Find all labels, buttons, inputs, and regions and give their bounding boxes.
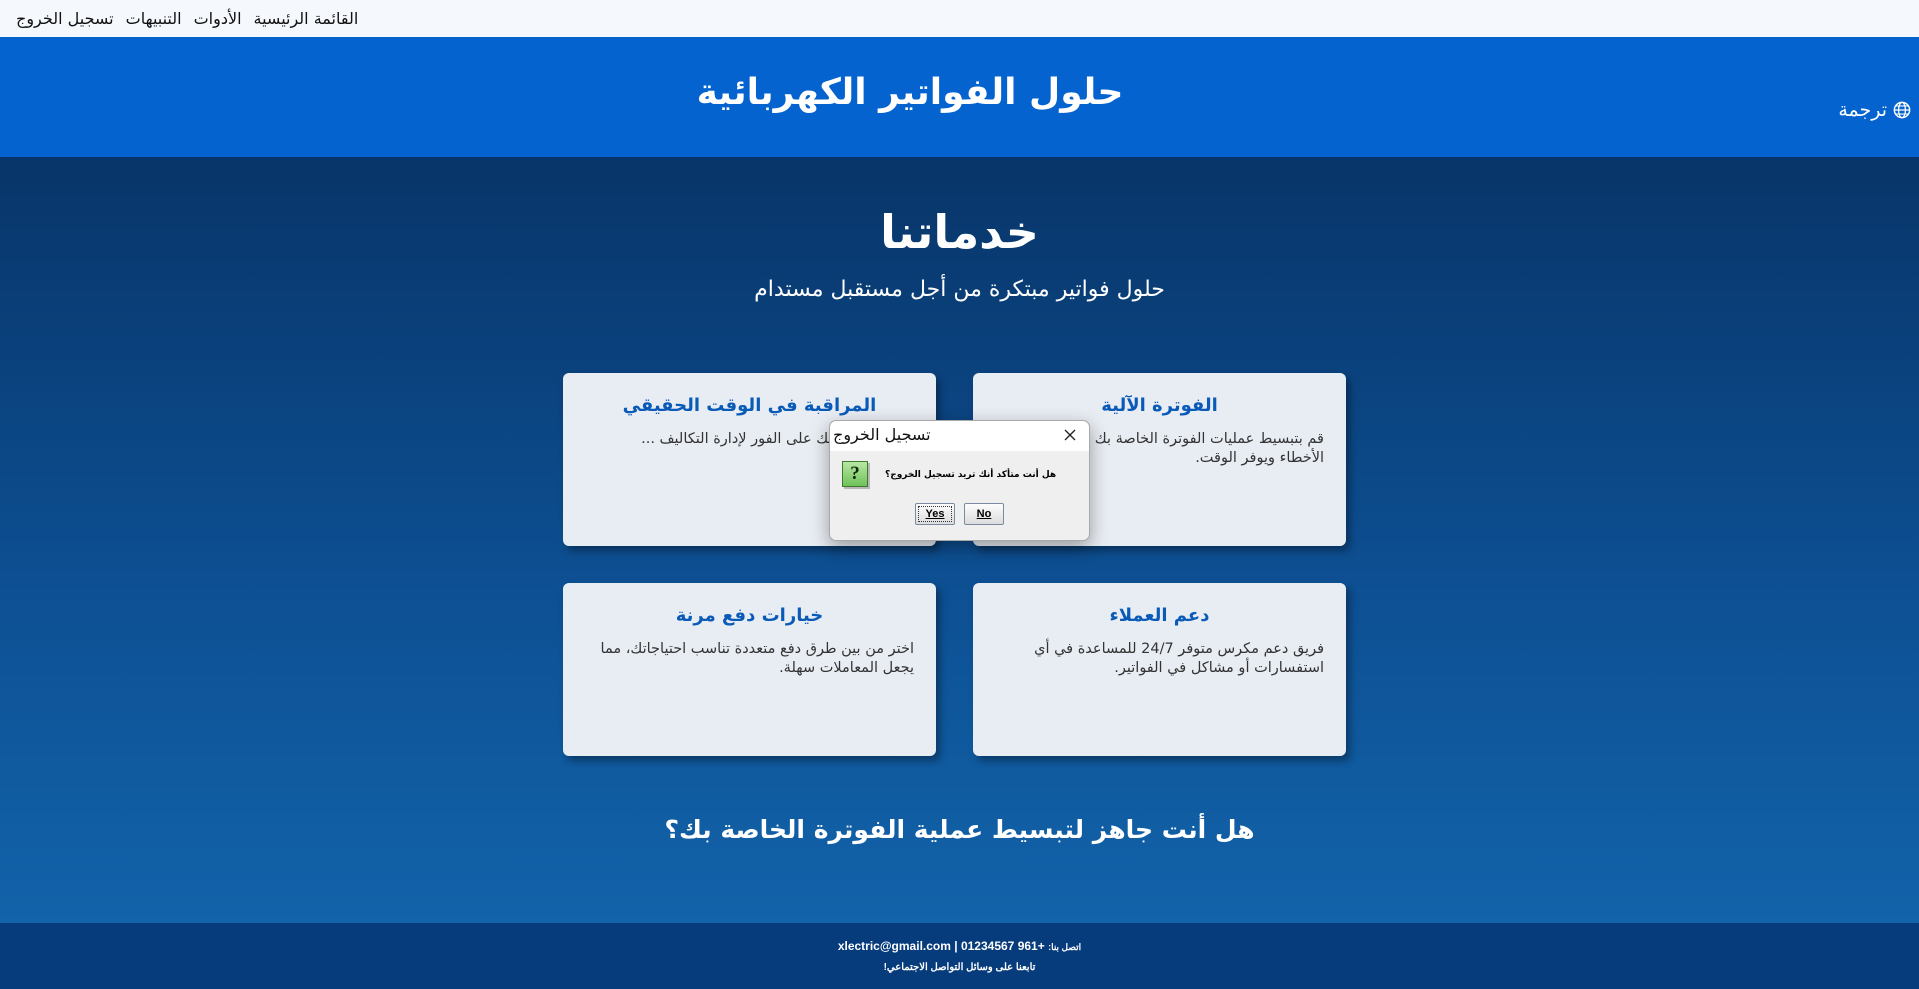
card-text: فريق دعم مكرس متوفر 24/7 للمساعدة في أي …: [1034, 641, 1324, 676]
card-title: الفوترة الآلية: [1101, 395, 1218, 416]
footer-contact: اتصل بنا: +961 01234567 | xlectric@gmail…: [0, 939, 1919, 953]
services-title: خدماتنا: [880, 205, 1039, 259]
dialog-title: تسجيل الخروج: [833, 425, 931, 444]
translate-button[interactable]: ترجمة: [1838, 99, 1911, 121]
contact-label: اتصل بنا:: [1048, 942, 1082, 952]
card-title: دعم العملاء: [1109, 605, 1210, 626]
header-title: حلول الفواتير الكهربائية: [696, 72, 1124, 113]
yes-button[interactable]: Yes: [915, 503, 955, 525]
header: حلول الفواتير الكهربائية ترجمة: [0, 37, 1919, 157]
footer: اتصل بنا: +961 01234567 | xlectric@gmail…: [0, 923, 1919, 989]
menu-bar: القائمة الرئيسية الأدوات التنبيهات تسجيل…: [0, 0, 1919, 37]
translate-label: ترجمة: [1838, 99, 1887, 121]
globe-icon: [1893, 101, 1911, 119]
question-icon: ?: [842, 461, 868, 487]
close-icon[interactable]: [1061, 426, 1079, 444]
service-card-flexible-payment: خيارات دفع مرنة اختر من بين طرق دفع متعد…: [563, 583, 936, 756]
service-card-customer-support: دعم العملاء فريق دعم مكرس متوفر 24/7 للم…: [973, 583, 1346, 756]
no-button[interactable]: No: [964, 503, 1004, 525]
dialog-titlebar[interactable]: تسجيل الخروج: [830, 421, 1089, 451]
menu-item-notifications[interactable]: التنبيهات: [120, 0, 188, 37]
card-text: اختر من بين طرق دفع متعددة تناسب احتياجا…: [600, 641, 914, 676]
menu-item-home[interactable]: القائمة الرئيسية: [248, 0, 365, 37]
logout-dialog: تسجيل الخروج ? هل أنت متأكد أنك تريد تسج…: [829, 420, 1090, 541]
contact-value: +961 01234567 | xlectric@gmail.com: [837, 939, 1045, 953]
card-title: خيارات دفع مرنة: [675, 605, 824, 626]
dialog-message: هل أنت متأكد أنك تريد تسجيل الخروج؟: [885, 470, 1057, 480]
menu-item-logout[interactable]: تسجيل الخروج: [10, 0, 120, 37]
cta-heading: هل أنت جاهز لتبسيط عملية الفوترة الخاصة …: [664, 815, 1255, 844]
menu-item-tools[interactable]: الأدوات: [188, 0, 248, 37]
footer-follow: تابعنا على وسائل التواصل الاجتماعي!: [883, 962, 1036, 973]
services-subtitle: حلول فواتير مبتكرة من أجل مستقبل مستدام: [754, 277, 1165, 302]
card-title: المراقبة في الوقت الحقيقي: [622, 395, 877, 416]
